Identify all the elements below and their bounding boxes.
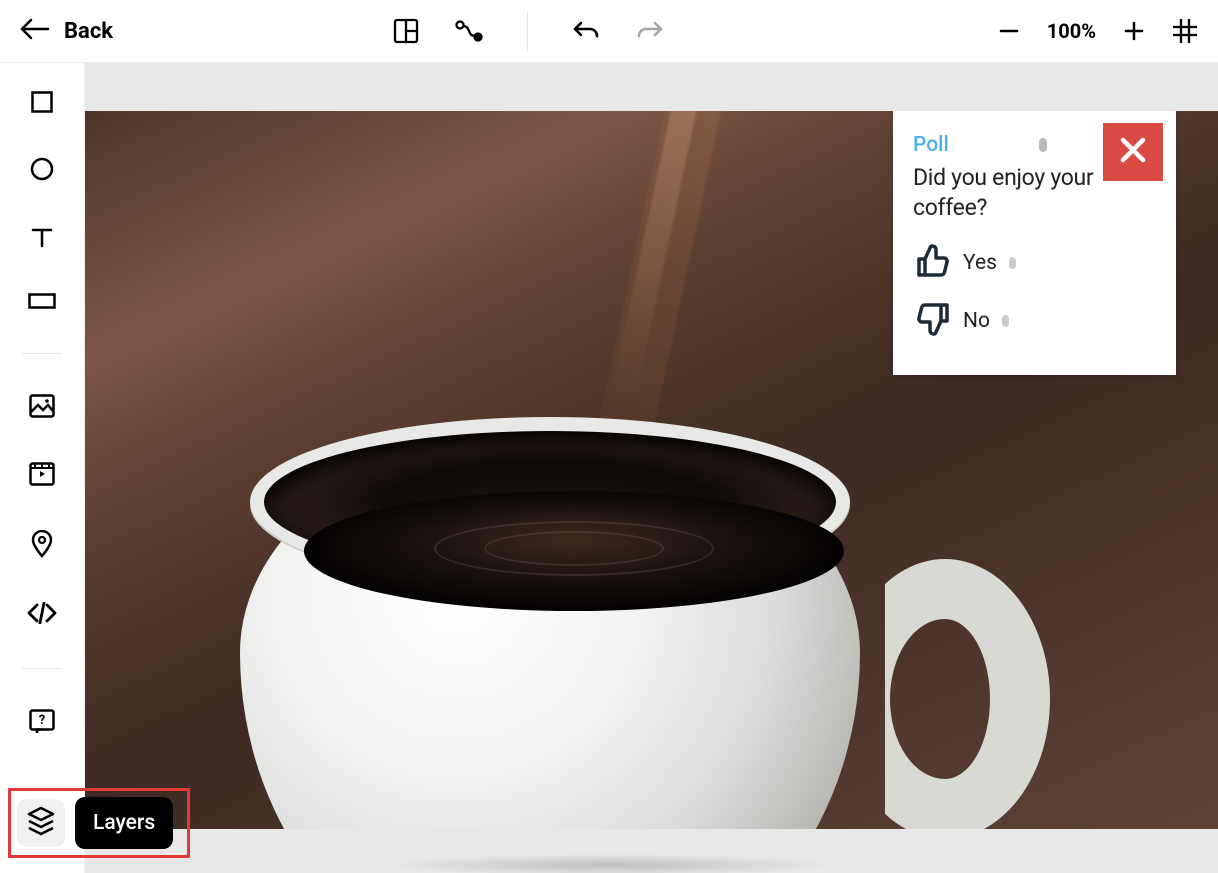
tool-sidebar: ? [0,63,85,873]
canvas-area[interactable]: Poll Did you enjoy your coffee? Yes No [85,63,1218,873]
button-tool-icon[interactable] [28,293,56,309]
pin-tool-icon[interactable] [31,530,53,558]
back-button[interactable]: Back [20,18,113,44]
image-tool-icon[interactable] [29,394,55,418]
help-tool-icon[interactable]: ? [29,709,55,735]
layers-icon [26,806,56,840]
zoom-out-icon[interactable] [999,21,1019,41]
sidebar-separator [22,353,62,354]
close-button[interactable] [1103,123,1163,181]
layers-button[interactable] [17,799,65,847]
path-tool-icon[interactable] [455,19,483,43]
code-tool-icon[interactable] [27,602,57,624]
zoom-level[interactable]: 100% [1047,19,1096,43]
text-tool-icon[interactable] [30,225,54,249]
layers-callout: Layers [8,788,190,858]
undo-icon[interactable] [572,19,600,43]
svg-text:?: ? [39,713,45,728]
poll-title: Poll [913,133,949,157]
drag-handle-icon[interactable] [1009,257,1016,269]
canvas-shadow [385,854,835,873]
poll-widget[interactable]: Poll Did you enjoy your coffee? Yes No [893,111,1176,375]
drag-handle-icon[interactable] [1039,138,1047,152]
layout-panel-icon[interactable] [393,18,419,44]
video-tool-icon[interactable] [29,462,55,486]
back-label: Back [64,19,113,44]
poll-option-yes[interactable]: Yes [913,241,1156,285]
arrow-left-icon [20,18,50,44]
design-canvas[interactable]: Poll Did you enjoy your coffee? Yes No [85,111,1218,829]
poll-option-yes-label: Yes [963,251,997,275]
rectangle-tool-icon[interactable] [31,91,53,113]
thumbs-down-icon [913,299,953,343]
layers-tooltip: Layers [75,797,173,849]
toolbar-divider [527,11,528,51]
poll-option-no[interactable]: No [913,299,1156,343]
top-toolbar: Back 100% [0,0,1218,63]
grid-icon[interactable] [1172,18,1198,44]
circle-tool-icon[interactable] [30,157,54,181]
thumbs-up-icon [913,241,953,285]
drag-handle-icon[interactable] [1002,315,1009,327]
sidebar-separator [22,668,62,669]
close-icon [1118,135,1148,169]
zoom-in-icon[interactable] [1124,21,1144,41]
poll-option-no-label: No [963,309,990,333]
redo-icon[interactable] [636,19,664,43]
